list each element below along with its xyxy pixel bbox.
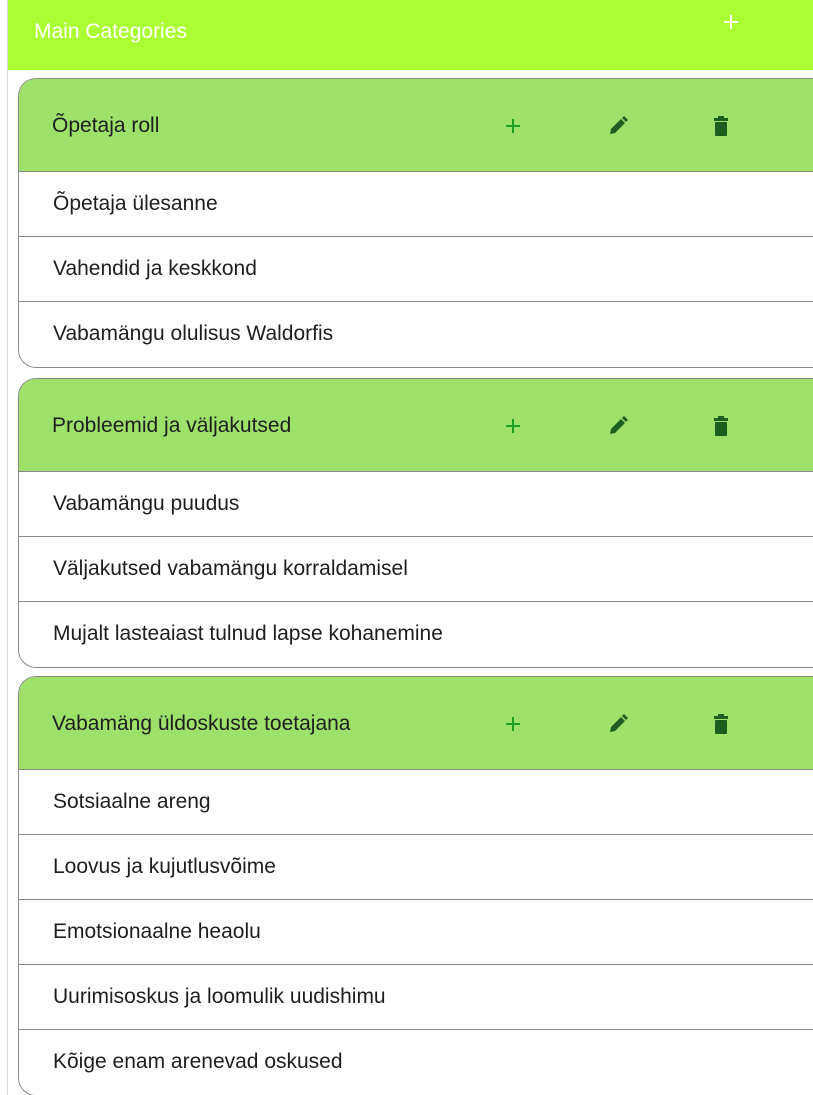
add-subcategory-button[interactable] bbox=[499, 112, 527, 140]
subcategory-item[interactable]: Uurimisoskus ja loomulik uudishimu bbox=[19, 965, 813, 1030]
plus-icon bbox=[506, 717, 520, 731]
delete-category-button[interactable] bbox=[707, 112, 735, 140]
category-title: Vabamäng üldoskuste toetajana bbox=[52, 712, 351, 735]
subcategory-label: Loovus ja kujutlusvõime bbox=[53, 855, 276, 878]
subcategory-item[interactable]: Õpetaja ülesanne bbox=[19, 172, 813, 237]
subcategory-item[interactable]: Sotsiaalne areng bbox=[19, 770, 813, 835]
delete-category-button[interactable] bbox=[707, 710, 735, 738]
edit-category-button[interactable] bbox=[604, 710, 632, 738]
main-categories-header: Main Categories bbox=[8, 0, 813, 70]
pencil-icon bbox=[610, 116, 628, 134]
category-header: Vabamäng üldoskuste toetajana bbox=[19, 677, 813, 770]
subcategory-label: Uurimisoskus ja loomulik uudishimu bbox=[53, 985, 386, 1008]
subcategory-item[interactable]: Emotsionaalne heaolu bbox=[19, 900, 813, 965]
edit-category-button[interactable] bbox=[604, 112, 632, 140]
subcategory-label: Vabamängu olulisus Waldorfis bbox=[53, 322, 334, 345]
category-card: Õpetaja roll Õpetaja ülesanne Vahendid j… bbox=[18, 78, 813, 368]
category-card: Probleemid ja väljakutsed Vabamängu puud… bbox=[18, 378, 813, 668]
subcategory-label: Vabamängu puudus bbox=[53, 492, 240, 515]
add-subcategory-button[interactable] bbox=[499, 710, 527, 738]
subcategory-label: Vahendid ja keskkond bbox=[53, 257, 257, 280]
add-subcategory-button[interactable] bbox=[499, 412, 527, 440]
category-card: Vabamäng üldoskuste toetajana Sotsiaalne… bbox=[18, 676, 813, 1095]
subcategory-item[interactable]: Vahendid ja keskkond bbox=[19, 237, 813, 302]
trash-icon bbox=[714, 116, 728, 136]
categories-panel: Main Categories Õpetaja roll Õpetaja üle… bbox=[0, 0, 813, 1095]
subcategory-item[interactable]: Loovus ja kujutlusvõime bbox=[19, 835, 813, 900]
pencil-icon bbox=[610, 416, 628, 434]
subcategory-label: Õpetaja ülesanne bbox=[53, 192, 218, 215]
plus-icon bbox=[506, 419, 520, 433]
plus-icon bbox=[724, 15, 738, 29]
category-title: Probleemid ja väljakutsed bbox=[52, 414, 292, 437]
subcategory-label: Kõige enam arenevad oskused bbox=[53, 1050, 343, 1073]
pencil-icon bbox=[610, 714, 628, 732]
category-header: Probleemid ja väljakutsed bbox=[19, 379, 813, 472]
main-categories-title: Main Categories bbox=[34, 20, 187, 43]
edit-category-button[interactable] bbox=[604, 412, 632, 440]
category-header: Õpetaja roll bbox=[19, 79, 813, 172]
subcategory-item[interactable]: Vabamängu puudus bbox=[19, 472, 813, 537]
panel-left-border bbox=[7, 0, 8, 1095]
trash-icon bbox=[714, 714, 728, 734]
category-title: Õpetaja roll bbox=[52, 114, 160, 137]
subcategory-label: Mujalt lasteaiast tulnud lapse kohanemin… bbox=[53, 622, 443, 645]
subcategory-label: Emotsionaalne heaolu bbox=[53, 920, 261, 943]
subcategory-label: Sotsiaalne areng bbox=[53, 790, 211, 813]
subcategory-label: Väljakutsed vabamängu korraldamisel bbox=[53, 557, 408, 580]
trash-icon bbox=[714, 416, 728, 436]
add-main-category-button[interactable] bbox=[716, 6, 746, 36]
plus-icon bbox=[506, 119, 520, 133]
subcategory-item[interactable]: Vabamängu olulisus Waldorfis bbox=[19, 302, 813, 367]
subcategory-item[interactable]: Kõige enam arenevad oskused bbox=[19, 1030, 813, 1095]
delete-category-button[interactable] bbox=[707, 412, 735, 440]
subcategory-item[interactable]: Väljakutsed vabamängu korraldamisel bbox=[19, 537, 813, 602]
subcategory-item[interactable]: Mujalt lasteaiast tulnud lapse kohanemin… bbox=[19, 602, 813, 667]
